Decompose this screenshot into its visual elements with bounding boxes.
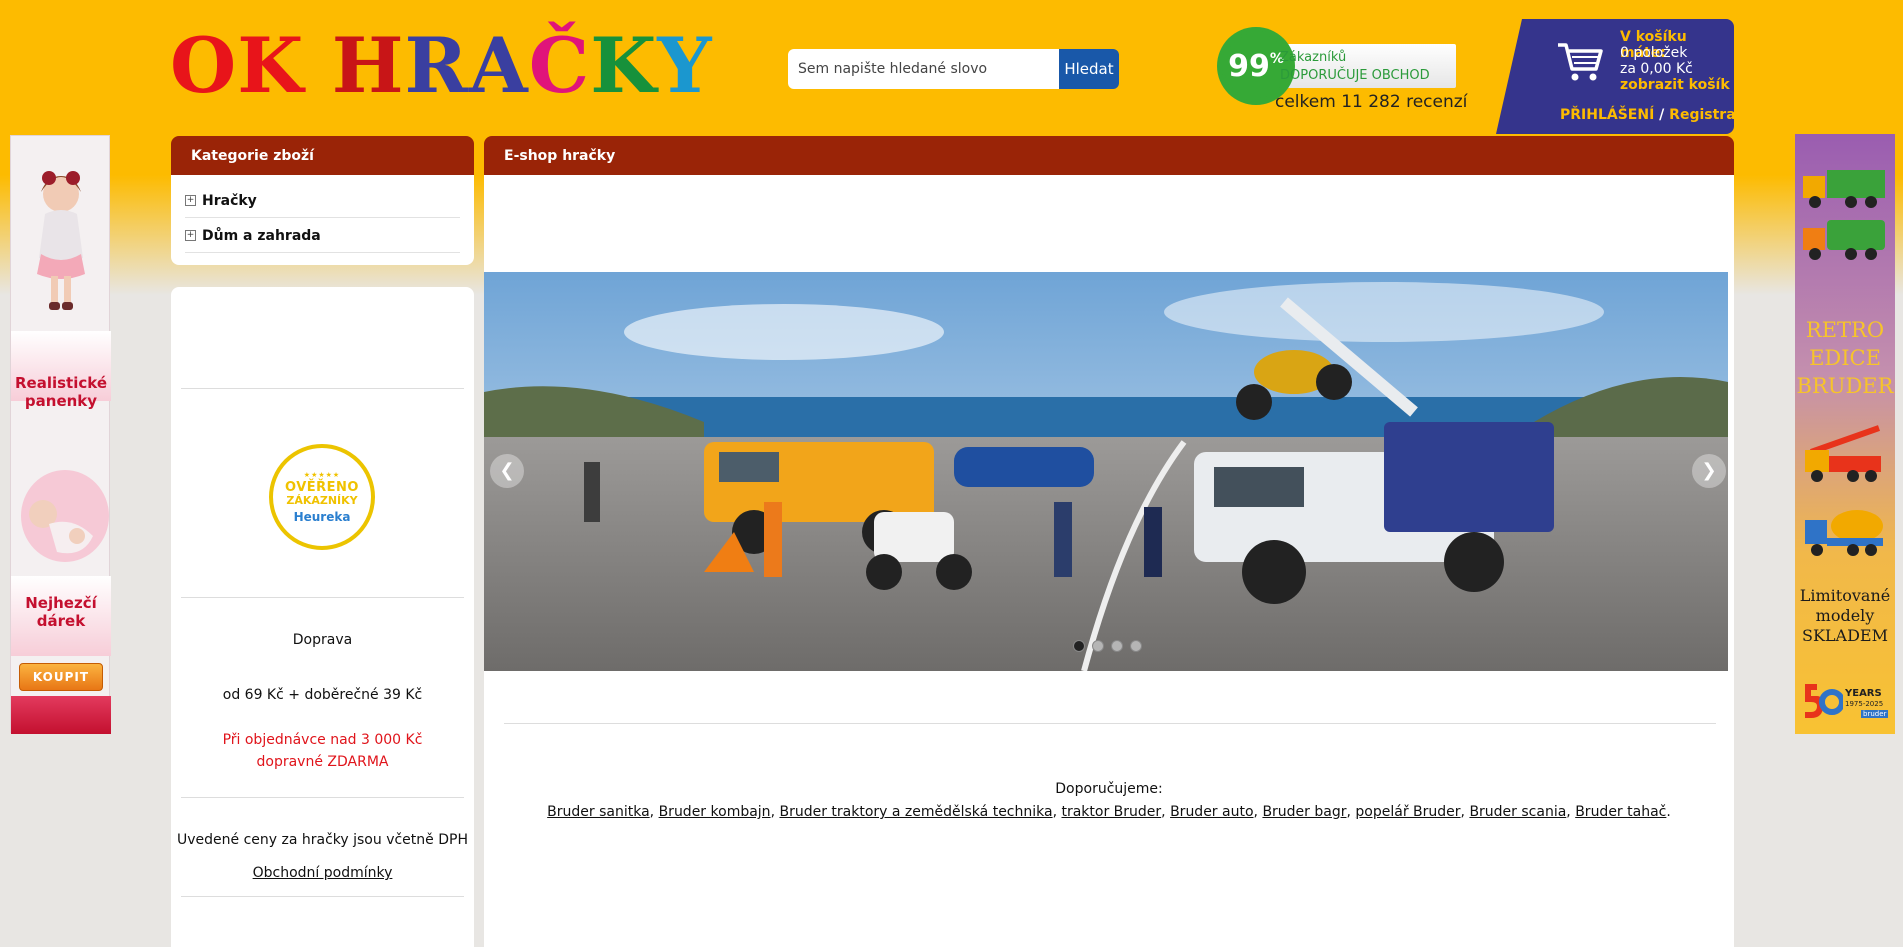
- truck-image-garbage: [1803, 220, 1885, 260]
- logo-letter: [304, 20, 331, 112]
- years-label: YEARS: [1845, 688, 1882, 699]
- years-range: 1975-2025: [1845, 700, 1884, 708]
- banner-buy-button[interactable]: KOUPIT: [19, 663, 103, 691]
- slide-image-bruder-toys: [484, 272, 1728, 671]
- banner-text-2b: dárek: [36, 612, 86, 630]
- banner-text-1a: Realistické: [14, 374, 107, 392]
- recommend-links: Bruder sanitka, Bruder kombajn, Bruder t…: [547, 804, 1671, 820]
- banner-text-2a: Nejhezčí: [25, 594, 97, 612]
- slider-dots: [1073, 640, 1142, 652]
- seal-brand-text: Heureka: [293, 509, 351, 524]
- dolls-ad-banner[interactable]: Realistické panenky Nejhezčí dárek KOUPI…: [10, 135, 111, 734]
- logo-letter: K: [237, 21, 305, 110]
- slider-prev-arrow-icon[interactable]: ❮: [490, 454, 524, 488]
- category-item-hracky[interactable]: + Hračky: [185, 184, 460, 218]
- free-shipping-line1: Při objednávce nad 3 000 Kč: [222, 732, 423, 748]
- logo-letter: H: [331, 21, 405, 110]
- slider-dot[interactable]: [1130, 640, 1142, 652]
- recommend-title: Doporučujeme:: [1055, 781, 1163, 797]
- truck-image-mixer: [1805, 510, 1883, 556]
- heureka-percent: 99: [1228, 48, 1270, 84]
- cart-panel: V košíku máte: 0 položek za 0,00 Kč zobr…: [1496, 19, 1734, 134]
- slider-dot[interactable]: [1073, 640, 1085, 652]
- recommend-link[interactable]: Bruder auto: [1170, 804, 1253, 820]
- heureka-recommend-badge[interactable]: 99% Zákazníků DOPORUČUJE OBCHOD celkem 1…: [1220, 30, 1467, 120]
- site-logo[interactable]: OK HRAČKY: [170, 20, 713, 112]
- free-shipping-line2: dopravné ZDARMA: [256, 754, 389, 770]
- vat-note: Uvedené ceny za hračky jsou včetně DPH: [177, 832, 468, 848]
- retro-title-3: BRUDER: [1796, 374, 1894, 398]
- slider-dot[interactable]: [1092, 640, 1104, 652]
- divider: [181, 896, 464, 897]
- account-links: PŘIHLÁŠENÍ / Registrace: [1560, 107, 1734, 123]
- divider: [181, 797, 464, 798]
- seal-mid-text: ZÁKAZNÍKY: [286, 493, 358, 507]
- heureka-verified-seal[interactable]: ★★★★★ OVĚŘENO ZÁKAZNÍKY Heureka: [269, 444, 375, 550]
- main-heading: E-shop hračky: [484, 136, 1734, 176]
- cart-item-count: 0 položek: [1620, 45, 1688, 61]
- divider: [504, 723, 1716, 724]
- category-item-dum-a-zahrada[interactable]: + Dům a zahrada: [185, 219, 460, 253]
- logo-letter: R: [404, 21, 469, 110]
- hero-slider[interactable]: [484, 272, 1728, 671]
- shipping-title: Doprava: [292, 632, 353, 648]
- recommend-link[interactable]: Bruder bagr: [1262, 804, 1346, 820]
- account-separator: /: [1659, 107, 1665, 123]
- recommend-link[interactable]: Bruder scania: [1469, 804, 1566, 820]
- category-label[interactable]: Dům a zahrada: [202, 228, 321, 244]
- divider: [181, 597, 464, 598]
- login-link[interactable]: PŘIHLÁŠENÍ: [1560, 107, 1654, 123]
- logo-letter: A: [468, 21, 529, 110]
- slider-dot[interactable]: [1111, 640, 1123, 652]
- recommend-link[interactable]: Bruder kombajn: [659, 804, 771, 820]
- search-button[interactable]: Hledat: [1059, 49, 1119, 89]
- retro-title-1: RETRO: [1805, 318, 1885, 342]
- retro-sub-2: modely: [1815, 606, 1875, 625]
- cart-total-price: za 0,00 Kč: [1620, 61, 1693, 77]
- slider-next-arrow-icon[interactable]: ❯: [1692, 454, 1726, 488]
- banner-text-1b: panenky: [24, 392, 98, 410]
- shopping-cart-icon[interactable]: [1556, 39, 1604, 83]
- expand-plus-icon[interactable]: +: [185, 230, 196, 241]
- logo-letter: O: [170, 21, 238, 110]
- logo-letter: K: [590, 21, 658, 110]
- doll-image: [37, 171, 85, 310]
- shipping-price: od 69 Kč + doběrečné 39 Kč: [222, 687, 423, 703]
- category-label[interactable]: Hračky: [202, 193, 257, 209]
- divider: [181, 388, 464, 389]
- retro-sub-1: Limitované: [1799, 586, 1891, 605]
- recommend-link[interactable]: Bruder tahač: [1575, 804, 1666, 820]
- baby-doll-image: [21, 470, 109, 562]
- heureka-review-total: celkem 11 282 recenzí: [1275, 92, 1468, 112]
- seal-top-text: OVĚŘENO: [285, 479, 359, 495]
- heureka-line2: DOPORUČUJE OBCHOD: [1280, 68, 1430, 83]
- recommend-link[interactable]: Bruder sanitka: [547, 804, 650, 820]
- search-bar: Hledat: [788, 49, 1119, 89]
- retro-sub-3: SKLADEM: [1802, 626, 1888, 645]
- categories-panel: + Hračky + Dům a zahrada: [171, 175, 474, 265]
- fifty-years-logo: [1805, 684, 1843, 718]
- bruder-retro-ad-banner[interactable]: RETRO EDICE BRUDER Limitované modely SKL…: [1795, 134, 1895, 734]
- bruder-brand: bruder: [1861, 710, 1889, 718]
- truck-image-crane: [1805, 425, 1881, 482]
- banner-bottom-strip: [11, 696, 111, 734]
- categories-heading: Kategorie zboží: [171, 136, 474, 176]
- terms-link-wrap: Obchodní podmínky: [171, 865, 474, 881]
- logo-letter: Y: [657, 21, 713, 110]
- seal-stars-icon: ★★★★★: [303, 470, 341, 479]
- expand-plus-icon[interactable]: +: [185, 195, 196, 206]
- info-panel: ★★★★★ OVĚŘENO ZÁKAZNÍKY Heureka Doprava …: [171, 287, 474, 947]
- recommend-link[interactable]: popelář Bruder: [1355, 804, 1460, 820]
- search-input[interactable]: [788, 49, 1059, 89]
- show-cart-link[interactable]: zobrazit košík: [1620, 77, 1730, 93]
- terms-link[interactable]: Obchodní podmínky: [253, 865, 393, 881]
- recommend-link[interactable]: traktor Bruder: [1061, 804, 1161, 820]
- logo-letter: Č: [528, 21, 591, 110]
- heureka-line1: Zákazníků: [1280, 50, 1347, 65]
- retro-title-2: EDICE: [1809, 346, 1881, 370]
- truck-image-green: [1803, 170, 1885, 208]
- recommend-link[interactable]: Bruder traktory a zemědělská technika: [779, 804, 1052, 820]
